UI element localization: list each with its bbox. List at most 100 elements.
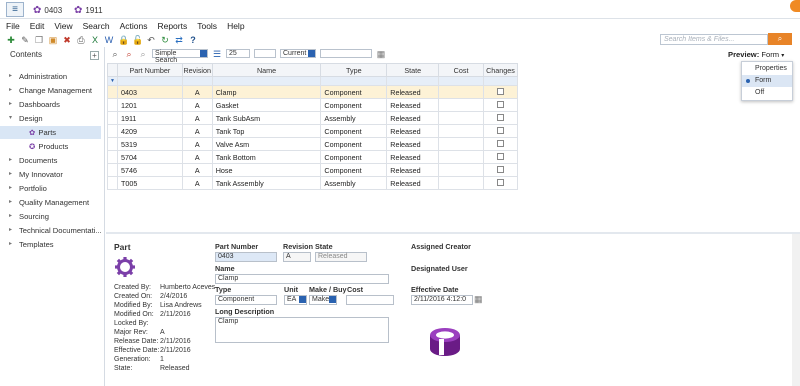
preview-option-form[interactable]: Form [742,75,792,87]
search-button[interactable]: ⌕ [768,33,792,45]
table-row[interactable]: 5704 A Tank Bottom Component Released [107,150,519,164]
expand-icon[interactable]: ▸ [9,182,12,195]
table-row[interactable]: 5319 A Valve Asm Component Released [107,137,519,151]
cost-field[interactable] [346,295,394,305]
search-mode-select[interactable]: Simple Search [152,49,208,64]
link-icon[interactable]: ⇄ [174,35,184,45]
sidebar-item-my-innovator[interactable]: ▸ My Innovator [0,168,101,181]
calendar-icon[interactable]: ▦ [474,294,483,305]
col-cost[interactable]: Cost [438,63,484,77]
table-row[interactable]: 4209 A Tank Top Component Released [107,124,519,138]
tab-1911[interactable]: ✿ 1911 [74,4,103,16]
menu-search[interactable]: Search [83,21,110,31]
unlock-icon[interactable]: 🔓 [132,35,143,45]
col-part-number[interactable]: Part Number [116,63,183,77]
refresh-icon[interactable]: ↻ [160,35,170,45]
date-field[interactable] [320,49,372,58]
sidebar-item-parts[interactable]: ✿ Parts [0,126,101,139]
word-icon[interactable]: W [104,35,114,45]
expand-icon[interactable]: ▸ [9,210,12,223]
menu-edit[interactable]: Edit [30,21,45,31]
name-field[interactable]: Clamp [215,274,389,284]
sidebar-item-design[interactable]: ▾ Design [0,112,101,125]
revision-select[interactable]: Current [280,49,316,58]
filter-cell[interactable] [482,76,519,86]
copy-icon[interactable]: ❐ [34,35,44,45]
form-scrollbar[interactable] [792,234,800,386]
changes-checkbox[interactable] [496,152,504,160]
expand-icon[interactable]: ▸ [9,238,12,251]
calendar-icon[interactable]: ▦ [376,49,386,59]
changes-checkbox[interactable] [496,87,504,95]
changes-checkbox[interactable] [496,126,504,134]
sidebar-item-quality-management[interactable]: ▸ Quality Management [0,196,101,209]
filter-cell[interactable] [211,76,322,86]
app-menu-button[interactable]: ≡ [6,2,24,17]
collapse-icon[interactable]: ▾ [9,112,12,125]
sidebar-item-products[interactable]: ✪ Products [0,140,101,153]
sidebar-item-dashboards[interactable]: ▸ Dashboards [0,98,101,111]
changes-checkbox[interactable] [496,113,504,121]
menu-actions[interactable]: Actions [120,21,148,31]
expand-icon[interactable]: ▸ [9,154,12,167]
expand-icon[interactable]: ▸ [9,168,12,181]
table-row[interactable]: T005 A Tank Assembly Assembly Released [107,176,519,190]
table-row[interactable]: 0403 A Clamp Component Released [107,85,519,99]
effective-date-field[interactable]: 2/11/2016 4:12:0 [411,295,473,305]
grid-filter-row[interactable]: ▼ [107,76,519,86]
changes-checkbox[interactable] [496,178,504,186]
table-row[interactable]: 1911 A Tank SubAsm Assembly Released [107,111,519,125]
sidebar-add-button[interactable]: + [90,51,99,60]
menu-view[interactable]: View [54,21,72,31]
sidebar-item-technical-documentation[interactable]: ▸ Technical Documentati... [0,224,101,237]
clear-search-icon[interactable]: ⌕ [124,49,134,59]
filter-cell[interactable] [320,76,388,86]
saved-search-icon[interactable]: ⌕ [138,49,148,59]
col-name[interactable]: Name [211,63,322,77]
preview-option-properties[interactable]: Properties [742,63,792,75]
expand-icon[interactable]: ▸ [9,196,12,209]
filter-dropdown-icon[interactable]: ▼ [107,76,118,86]
filter-cell[interactable] [181,76,213,86]
expand-icon[interactable]: ▸ [9,84,12,97]
expand-icon[interactable]: ▸ [9,224,12,237]
long-description-field[interactable]: Clamp [215,317,389,343]
table-row[interactable]: 1201 A Gasket Component Released [107,98,519,112]
preview-selector[interactable]: Preview: Form ▾ [728,50,784,59]
filter-cell[interactable] [386,76,440,86]
sidebar-item-templates[interactable]: ▸ Templates [0,238,101,251]
table-row[interactable]: 5746 A Hose Component Released [107,163,519,177]
sidebar-item-sourcing[interactable]: ▸ Sourcing [0,210,101,223]
edit-icon[interactable]: ✎ [20,35,30,45]
changes-checkbox[interactable] [496,165,504,173]
menu-reports[interactable]: Reports [157,21,187,31]
menu-tools[interactable]: Tools [197,21,217,31]
expand-icon[interactable]: ▸ [9,98,12,111]
excel-icon[interactable]: X [90,35,100,45]
sidebar-item-change-management[interactable]: ▸ Change Management [0,84,101,97]
filter-cell[interactable] [116,76,183,86]
help-icon[interactable]: ? [188,35,198,45]
part-number-field[interactable]: 0403 [215,252,277,262]
col-revision[interactable]: Revision [181,63,213,77]
sidebar-item-portfolio[interactable]: ▸ Portfolio [0,182,101,195]
menu-help[interactable]: Help [227,21,244,31]
delete-icon[interactable]: ✖ [62,35,72,45]
undo-icon[interactable]: ↶ [146,35,156,45]
tab-0403[interactable]: ✿ 0403 [33,4,62,16]
col-state[interactable]: State [386,63,440,77]
sidebar-item-administration[interactable]: ▸ Administration [0,70,101,83]
new-icon[interactable]: ✚ [6,35,16,45]
changes-checkbox[interactable] [496,100,504,108]
search-run-icon[interactable]: ⌕ [110,49,120,59]
print-icon[interactable]: ⎙ [76,35,86,45]
type-field[interactable]: Component [215,295,277,305]
col-type[interactable]: Type [320,63,388,77]
changes-checkbox[interactable] [496,139,504,147]
make-buy-select[interactable]: Make [309,295,337,305]
help-corner-icon[interactable] [790,0,800,12]
col-changes[interactable]: Changes [482,63,519,77]
save-icon[interactable]: ▣ [48,35,58,45]
filter-cell[interactable] [438,76,484,86]
sidebar-item-documents[interactable]: ▸ Documents [0,154,101,167]
